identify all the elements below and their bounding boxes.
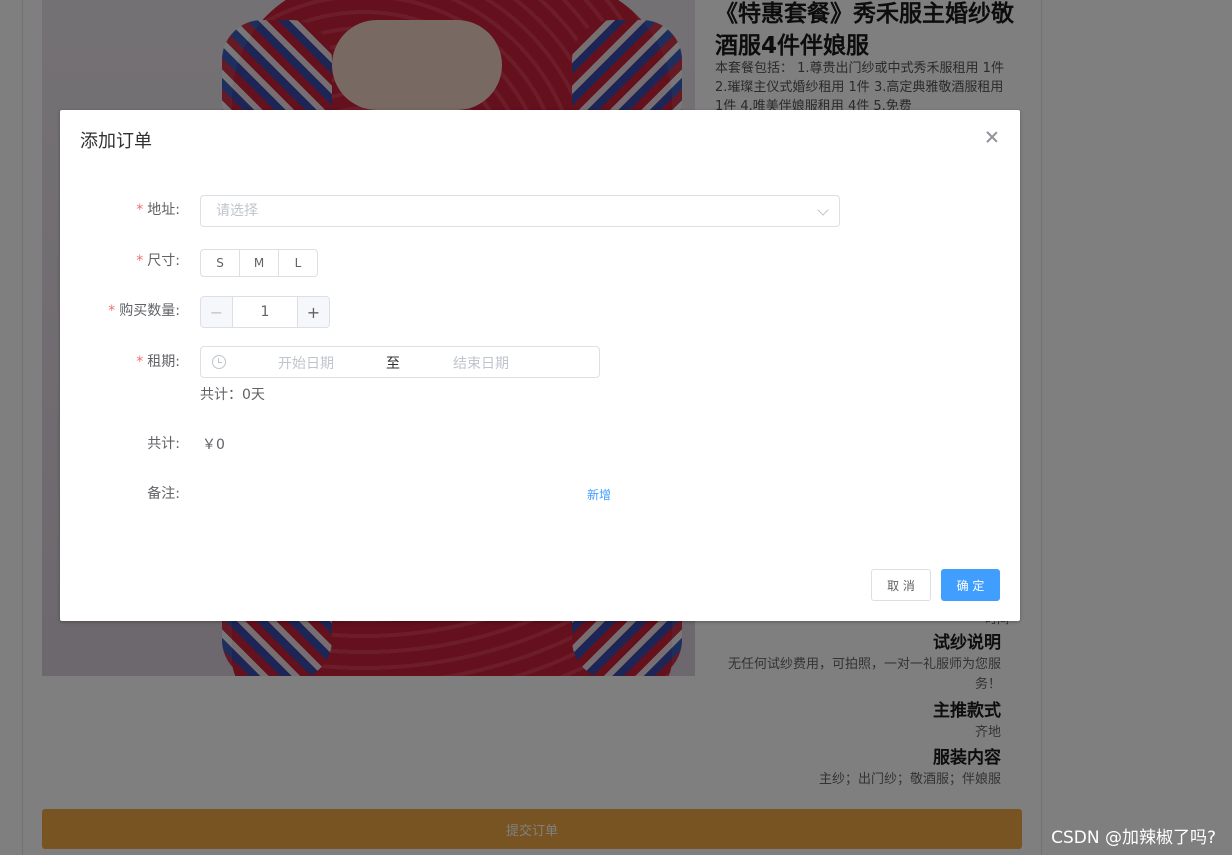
date-separator: 至 bbox=[386, 356, 400, 372]
quantity-stepper: − 1 + bbox=[200, 296, 330, 328]
total-label: 共计: bbox=[147, 436, 180, 452]
add-order-dialog: 添加订单 * 地址: 请选择 * 尺寸: S M L * 购买数量: − 1 + * 租… bbox=[60, 110, 1020, 621]
address-placeholder: 请选择 bbox=[216, 203, 258, 219]
dialog-title: 添加订单 bbox=[80, 131, 152, 152]
required-mark: * bbox=[136, 354, 144, 370]
watermark: CSDN @加辣椒了吗? bbox=[1051, 828, 1216, 848]
address-label: * 地址: bbox=[60, 200, 180, 220]
rental-label: * 租期: bbox=[60, 352, 180, 372]
quantity-label: * 购买数量: bbox=[60, 301, 180, 321]
increase-button[interactable]: + bbox=[297, 297, 329, 327]
close-icon[interactable] bbox=[984, 129, 1000, 145]
size-option-l[interactable]: L bbox=[278, 249, 318, 277]
decrease-button[interactable]: − bbox=[201, 297, 233, 327]
cancel-button[interactable]: 取 消 bbox=[871, 569, 931, 601]
clock-icon bbox=[212, 355, 226, 369]
rental-date-range[interactable]: 开始日期 至 结束日期 bbox=[200, 346, 600, 378]
remark-label: 备注: bbox=[147, 486, 180, 502]
quantity-label-text: 购买数量: bbox=[119, 303, 180, 319]
start-date-input[interactable]: 开始日期 bbox=[241, 353, 371, 373]
size-label-text: 尺寸: bbox=[147, 253, 180, 269]
address-select[interactable]: 请选择 bbox=[200, 195, 840, 227]
chevron-down-icon bbox=[817, 204, 829, 216]
confirm-button[interactable]: 确 定 bbox=[941, 569, 1000, 601]
total-price: ￥0 bbox=[202, 437, 225, 453]
quantity-input[interactable]: 1 bbox=[233, 297, 297, 327]
size-radio-group: S M L bbox=[200, 249, 318, 277]
end-date-input[interactable]: 结束日期 bbox=[416, 353, 546, 373]
size-label: * 尺寸: bbox=[60, 251, 180, 271]
address-label-text: 地址: bbox=[147, 202, 180, 218]
rental-label-text: 租期: bbox=[147, 354, 180, 370]
required-mark: * bbox=[136, 202, 144, 218]
rental-days-total: 共计：0天 bbox=[200, 387, 265, 403]
add-remark-link[interactable]: 新增 bbox=[587, 486, 611, 503]
size-option-s[interactable]: S bbox=[200, 249, 240, 277]
size-option-m[interactable]: M bbox=[239, 249, 279, 277]
required-mark: * bbox=[108, 303, 116, 319]
required-mark: * bbox=[136, 253, 144, 269]
